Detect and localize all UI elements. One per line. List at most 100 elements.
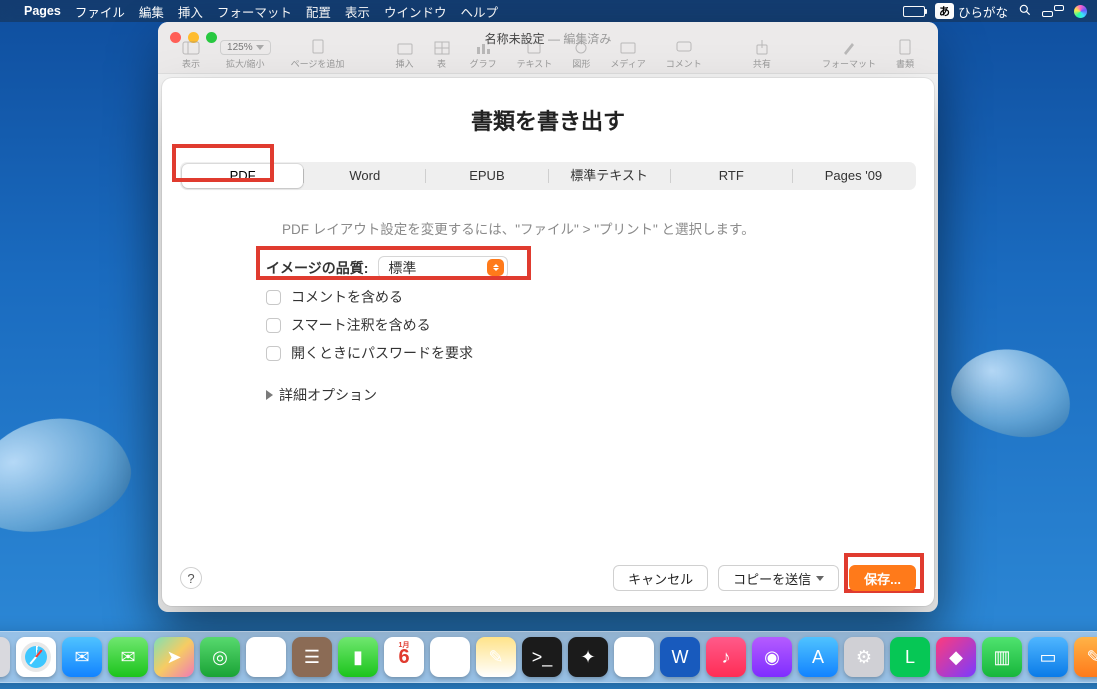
- include-comments-label: コメントを含める: [291, 287, 403, 307]
- tb-addpage[interactable]: ページを追加: [281, 39, 355, 70]
- tb-insert[interactable]: 挿入: [386, 41, 424, 70]
- image-quality-row: イメージの品質: 標準: [266, 256, 844, 279]
- tb-comment[interactable]: コメント: [656, 41, 712, 70]
- help-button[interactable]: ?: [180, 567, 202, 589]
- include-annotations-row: スマート注釈を含める: [266, 315, 844, 335]
- menu-insert[interactable]: 挿入: [178, 2, 203, 21]
- dock-maps[interactable]: ➤: [154, 637, 194, 677]
- dock-chrome[interactable]: ◉: [614, 637, 654, 677]
- tb-label: ページを追加: [291, 57, 345, 70]
- menu-window[interactable]: ウインドウ: [384, 2, 447, 21]
- dock-numbers[interactable]: ▥: [982, 637, 1022, 677]
- tb-chart[interactable]: グラフ: [460, 41, 507, 70]
- dock-safari[interactable]: [16, 637, 56, 677]
- tab-epub[interactable]: EPUB: [426, 164, 547, 188]
- siri-icon[interactable]: [1074, 5, 1087, 18]
- menu-format[interactable]: フォーマット: [217, 2, 292, 21]
- include-annotations-label: スマート注釈を含める: [291, 315, 431, 335]
- dock-word[interactable]: W: [660, 637, 700, 677]
- tab-pdf[interactable]: PDF: [182, 164, 303, 188]
- control-center-icon[interactable]: [1042, 5, 1064, 17]
- export-sheet: 書類を書き出す PDF Word EPUB 標準テキスト RTF Pages '…: [162, 78, 934, 606]
- tb-label: グラフ: [470, 57, 497, 70]
- dock-notes[interactable]: ✎: [476, 637, 516, 677]
- dock-pages[interactable]: ✎: [1074, 637, 1097, 677]
- dock-messages[interactable]: ✉: [108, 637, 148, 677]
- dock-stocks[interactable]: ✦: [568, 637, 608, 677]
- include-comments-row: コメントを含める: [266, 287, 844, 307]
- tb-document[interactable]: 書類: [886, 39, 924, 70]
- tb-view[interactable]: 表示: [172, 41, 210, 70]
- wallpaper-dolphin: [944, 338, 1079, 446]
- tb-label: 書類: [896, 57, 914, 70]
- app-menu[interactable]: Pages: [24, 4, 61, 18]
- tb-format[interactable]: フォーマット: [812, 39, 886, 70]
- dock-calendar[interactable]: 1月6: [384, 637, 424, 677]
- tb-zoom[interactable]: 125%拡大/縮小: [210, 40, 281, 70]
- dock-terminal[interactable]: >_: [522, 637, 562, 677]
- tab-rtf[interactable]: RTF: [671, 164, 792, 188]
- tb-label: フォーマット: [822, 57, 876, 70]
- dock-contacts[interactable]: ☰: [292, 637, 332, 677]
- stepper-icon: [487, 259, 504, 276]
- tb-label: メディア: [610, 57, 645, 70]
- tab-plain-text[interactable]: 標準テキスト: [549, 164, 670, 188]
- dock-facetime[interactable]: ▮: [338, 637, 378, 677]
- tb-shape[interactable]: 図形: [562, 41, 600, 70]
- dock-findmy[interactable]: ◎: [200, 637, 240, 677]
- tab-word[interactable]: Word: [304, 164, 425, 188]
- dock-photos[interactable]: ✿: [246, 637, 286, 677]
- image-quality-select[interactable]: 標準: [378, 256, 508, 279]
- advanced-options-disclosure[interactable]: 詳細オプション: [266, 385, 844, 405]
- dock-keynote[interactable]: ▭: [1028, 637, 1068, 677]
- tb-text[interactable]: テキスト: [507, 41, 563, 70]
- tab-pages09[interactable]: Pages '09: [793, 164, 914, 188]
- pdf-layout-hint: PDF レイアウト設定を変更するには、"ファイル" > "プリント" と選択しま…: [282, 218, 844, 238]
- tb-label: 表示: [182, 57, 200, 70]
- include-comments-checkbox[interactable]: [266, 290, 281, 305]
- dock-shortcuts[interactable]: ◆: [936, 637, 976, 677]
- send-copy-label: コピーを送信: [733, 569, 811, 588]
- advanced-options-label: 詳細オプション: [279, 385, 377, 405]
- tb-share[interactable]: 共有: [743, 39, 781, 70]
- tb-label: 表: [437, 57, 446, 70]
- image-quality-value: 標準: [388, 258, 416, 278]
- dock-mail[interactable]: ✉: [62, 637, 102, 677]
- include-annotations-checkbox[interactable]: [266, 318, 281, 333]
- save-label: 保存...: [864, 569, 901, 588]
- sheet-title: 書類を書き出す: [162, 104, 934, 136]
- dock-line[interactable]: L: [890, 637, 930, 677]
- menu-help[interactable]: ヘルプ: [460, 2, 498, 21]
- tb-media[interactable]: メディア: [600, 41, 655, 70]
- input-source[interactable]: あ ひらがな: [935, 2, 1008, 21]
- spotlight-icon[interactable]: [1018, 3, 1032, 20]
- sheet-footer: ? キャンセル コピーを送信 保存...: [162, 550, 934, 606]
- menu-edit[interactable]: 編集: [139, 2, 164, 21]
- require-password-label: 開くときにパスワードを要求: [291, 343, 473, 363]
- menu-file[interactable]: ファイル: [75, 2, 125, 21]
- tb-label: コメント: [666, 57, 702, 70]
- dock-reminders[interactable]: ☰: [430, 637, 470, 677]
- ime-badge: あ: [935, 3, 954, 19]
- send-copy-button[interactable]: コピーを送信: [718, 565, 839, 591]
- tb-table[interactable]: 表: [424, 41, 460, 70]
- tb-label: 図形: [572, 57, 590, 70]
- tb-label: 挿入: [396, 57, 414, 70]
- cancel-button[interactable]: キャンセル: [613, 565, 708, 591]
- ime-label: ひらがな: [958, 2, 1008, 21]
- menu-arrange[interactable]: 配置: [306, 2, 331, 21]
- require-password-checkbox[interactable]: [266, 346, 281, 361]
- tb-label: 共有: [753, 57, 771, 70]
- dock-settings[interactable]: ⚙: [844, 637, 884, 677]
- menubar: Pages ファイル 編集 挿入 フォーマット 配置 表示 ウインドウ ヘルプ …: [0, 0, 1097, 22]
- battery-icon[interactable]: [903, 6, 925, 17]
- window-titlebar: 名称未設定 — 編集済み 表示 125%拡大/縮小 ページを追加 挿入 表 グラ…: [158, 22, 938, 74]
- image-quality-label: イメージの品質:: [266, 258, 368, 278]
- dock-launchpad[interactable]: ▦: [0, 637, 10, 677]
- dock-appstore[interactable]: A: [798, 637, 838, 677]
- menu-view[interactable]: 表示: [345, 2, 370, 21]
- save-button[interactable]: 保存...: [849, 565, 916, 591]
- dock-music[interactable]: ♪: [706, 637, 746, 677]
- dock-podcasts[interactable]: ◉: [752, 637, 792, 677]
- dock-wrap: ☺▦✉✉➤◎✿☰▮1月6☰✎>_✦◉W♪◉A⚙L◆▥▭✎: [0, 631, 1097, 683]
